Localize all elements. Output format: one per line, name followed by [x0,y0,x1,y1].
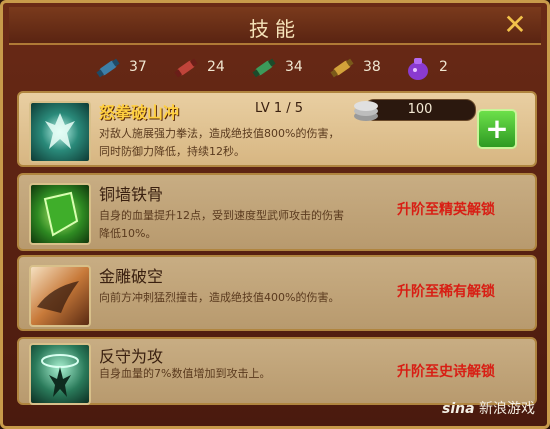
upgrade-cost-bar: 100 [354,99,476,121]
skill-card-1[interactable]: 怒拳破山冲 LV 1 / 5 对敌人施展强力拳法，造成绝技值800%的伤害，同时… [17,91,537,167]
skill-icon-eagle [29,265,91,327]
resource-counters: 37 24 34 38 2 [93,51,493,85]
gold-scroll-icon [330,58,354,78]
red-scroll-count: 24 [207,59,225,75]
skill-level: LV 1 / 5 [255,101,304,116]
green-scroll-count: 34 [285,59,303,75]
skill-description: 对敌人施展强力拳法，造成绝技值800%的伤害，同时防御力降低，持续12秒。 [99,127,340,158]
watermark-text: 新浪游戏 [479,401,535,417]
upgrade-cost: 100 [407,102,433,117]
upgrade-button[interactable]: + [477,109,517,149]
skill-name: 金雕破空 [99,267,164,286]
skill-name: 反守为攻 [99,347,164,366]
skill-description: 自身血量的7%数值增加到攻击上。 [99,367,271,380]
sina-watermark: sina 新浪游戏 [442,398,535,418]
skill-icon-shield [29,183,91,245]
skill-window: 技能 ✕ 37 24 34 38 2 怒拳破山冲 LV 1 / 5 对敌人施展强… [0,0,550,429]
skill-card-2[interactable]: 铜墙铁骨 自身的血量提升12点，受到速度型武师攻击的伤害降低10%。 升阶至精英… [17,173,537,251]
unlock-requirement: 升阶至稀有解锁 [397,284,495,300]
gold-scroll-count: 38 [363,59,381,75]
plus-icon: + [485,112,509,145]
blue-scroll-count: 37 [129,59,147,75]
close-icon[interactable]: ✕ [501,11,529,39]
skill-card-3[interactable]: 金雕破空 向前方冲刺猛烈撞击，造成绝技值400%的伤害。 升阶至稀有解锁 [17,255,537,331]
window-title: 技能 [249,17,301,41]
title-bar: 技能 ✕ [9,7,541,45]
skill-description: 向前方冲刺猛烈撞击，造成绝技值400%的伤害。 [99,291,340,304]
skill-icon-counter [29,343,91,405]
purple-bag-icon [408,58,428,80]
skill-description: 自身的血量提升12点，受到速度型武师攻击的伤害降低10%。 [99,209,344,240]
skill-icon-punch [29,101,91,163]
unlock-requirement: 升阶至史诗解锁 [397,364,495,380]
blue-scroll-icon [96,58,120,78]
unlock-requirement: 升阶至精英解锁 [397,202,495,218]
skill-card-4[interactable]: 反守为攻 自身血量的7%数值增加到攻击上。 升阶至史诗解锁 [17,337,537,405]
sina-logo: sina [442,401,475,417]
skill-name: 怒拳破山冲 [99,103,180,122]
green-scroll-icon [252,58,276,78]
purple-bag-count: 2 [439,59,448,75]
red-scroll-icon [174,58,198,78]
skill-name: 铜墙铁骨 [99,185,164,204]
